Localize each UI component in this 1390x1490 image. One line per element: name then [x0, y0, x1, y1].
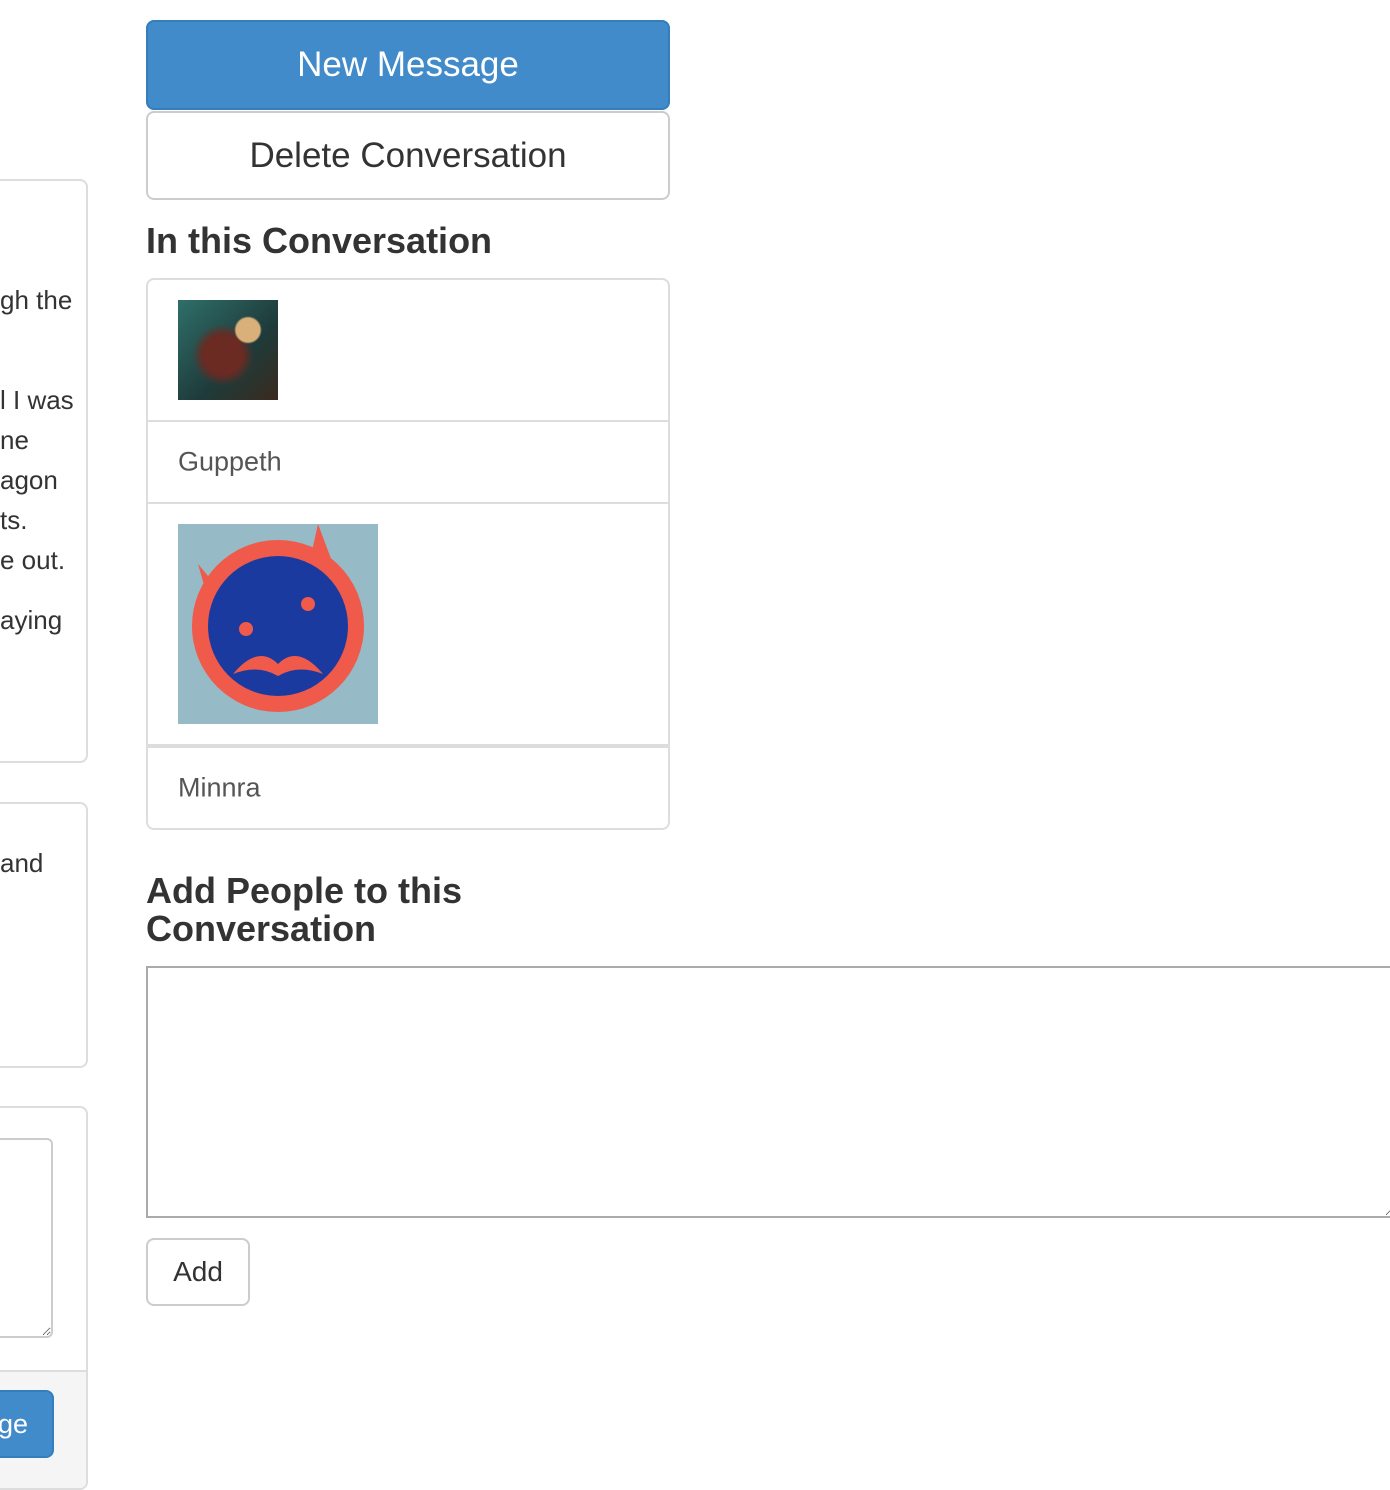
- message-text: aying: [0, 605, 63, 635]
- participant-name-item[interactable]: Minnra: [146, 746, 670, 830]
- new-message-button[interactable]: New Message: [146, 20, 670, 110]
- send-message-button[interactable]: ge: [0, 1390, 54, 1458]
- participant-name[interactable]: Guppeth: [178, 447, 282, 478]
- delete-conversation-button[interactable]: Delete Conversation: [146, 111, 670, 200]
- message-text: and: [0, 848, 44, 878]
- participants-heading: In this Conversation: [146, 220, 493, 261]
- participant-name[interactable]: Minnra: [178, 773, 261, 804]
- add-people-input[interactable]: [146, 966, 1390, 1218]
- add-people-heading: Add People to this Conversation: [146, 870, 463, 949]
- message-text: agon: [0, 465, 58, 495]
- warrior-avatar[interactable]: [178, 300, 278, 400]
- message-text: e out.: [0, 545, 66, 575]
- add-button[interactable]: Add: [146, 1238, 250, 1306]
- participant-name-item[interactable]: Guppeth: [146, 420, 670, 504]
- participant-avatar-item: [146, 502, 670, 746]
- send-button-label: ge: [0, 1408, 28, 1439]
- message-text: gh the: [0, 285, 73, 315]
- message-text: ne: [0, 425, 29, 455]
- message-text: ts.: [0, 505, 28, 535]
- mustache-face-avatar[interactable]: [178, 524, 378, 724]
- reply-textarea[interactable]: [0, 1138, 53, 1338]
- message-text: l I was: [0, 385, 74, 415]
- message-panel-2: [0, 802, 88, 1068]
- participant-avatar-item: [146, 278, 670, 422]
